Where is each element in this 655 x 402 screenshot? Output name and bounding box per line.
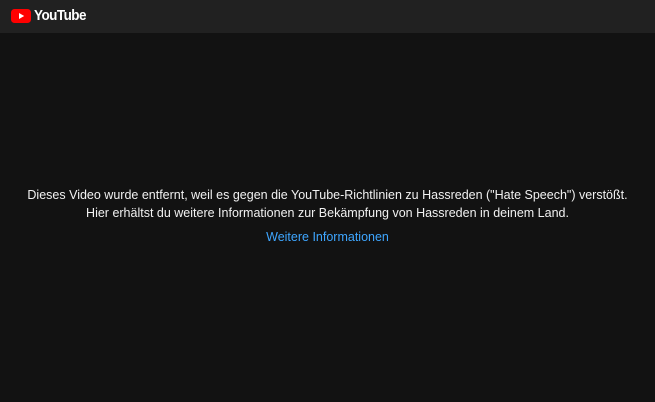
video-removed-message: Dieses Video wurde entfernt, weil es geg… [27,188,628,220]
youtube-logo[interactable]: YouTube [11,8,92,24]
more-info-link[interactable]: Weitere Informationen [0,229,655,245]
youtube-play-icon [11,9,31,23]
logo-wordmark: YouTube [34,7,86,24]
player-area: Dieses Video wurde entfernt, weil es geg… [0,33,655,402]
top-bar: YouTube [0,0,655,33]
